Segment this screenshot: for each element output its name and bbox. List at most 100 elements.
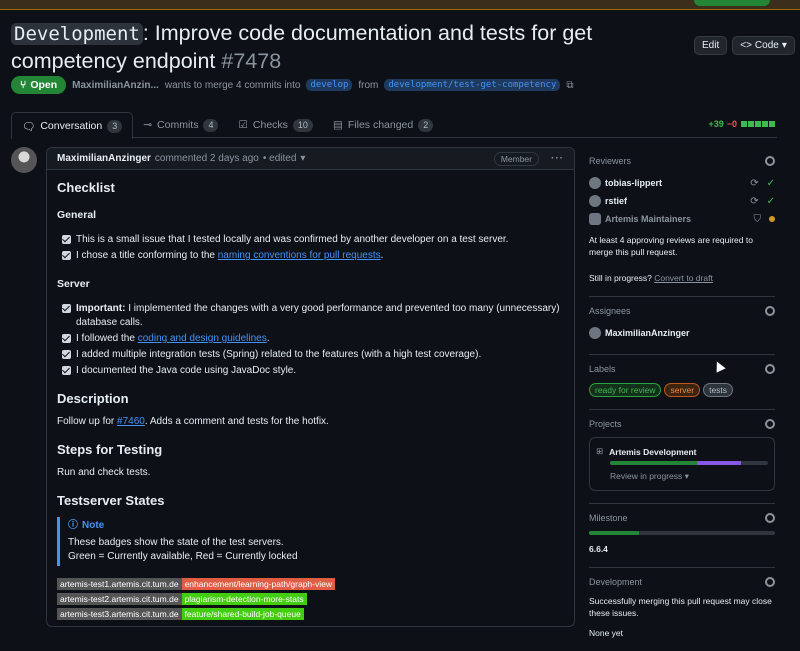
gear-icon[interactable] (765, 364, 775, 374)
assignee-name[interactable]: MaximilianAnzinger (605, 328, 690, 338)
team-avatar[interactable] (589, 213, 601, 225)
section-title: Milestone (589, 513, 628, 523)
pr-meta: ⑂ Open MaximilianAnzin... wants to merge … (11, 75, 574, 95)
labels-section: Labels ready for review server tests (589, 355, 775, 410)
item-text: I chose a title conforming to the (76, 250, 218, 261)
convert-to-draft-link[interactable]: Convert to draft (654, 273, 713, 283)
badge-server: artemis-test3.artemis.cit.tum.de (57, 608, 182, 620)
steps-text: Run and check tests. (57, 467, 151, 478)
server-badge[interactable]: artemis-test3.artemis.cit.tum.de feature/… (57, 608, 564, 620)
diffstat: +39 −0 (708, 119, 775, 129)
checkbox-checked-icon[interactable] (62, 304, 71, 313)
avatar[interactable] (589, 177, 601, 189)
re-request-icon[interactable]: ⟳ (750, 178, 758, 189)
badge-server: artemis-test1.artemis.cit.tum.de (57, 578, 182, 590)
tab-conversation[interactable]: 🗨 Conversation 3 (11, 112, 134, 139)
checkbox-checked-icon[interactable] (62, 235, 71, 244)
edited-dropdown[interactable]: • edited (263, 153, 297, 164)
tab-label: Checks (252, 119, 288, 131)
gear-icon[interactable] (765, 306, 775, 316)
from-text: from (358, 79, 379, 91)
edit-button[interactable]: Edit (694, 36, 728, 55)
project-status-dropdown[interactable]: Review in progress ▾ (610, 471, 768, 482)
section-title: Labels (589, 364, 616, 374)
reviewer-name[interactable]: tobias-lippert (605, 178, 662, 188)
gear-icon[interactable] (765, 156, 775, 166)
tab-files-changed[interactable]: ▤ Files changed 2 (323, 112, 443, 138)
checklist-heading: Checklist (57, 180, 115, 195)
note-line: These badges show the state of the test … (68, 537, 284, 548)
banner-green-button[interactable] (694, 0, 770, 6)
badge-branch: plagiarism-detection-more-stats (181, 593, 307, 605)
title-branch-code: Development (11, 23, 143, 45)
item-strong: Important: (76, 303, 126, 314)
chevron-down-icon[interactable]: ▾ (300, 153, 305, 164)
tab-checks[interactable]: ☑ Checks 10 (228, 112, 322, 138)
label-tests[interactable]: tests (703, 383, 734, 397)
comment-icon: 🗨 (22, 120, 36, 133)
comment-action: commented 2 days ago (154, 153, 259, 164)
review-requirement: At least 4 approving reviews are require… (589, 235, 753, 257)
head-branch[interactable]: development/test-get-competency (384, 79, 561, 91)
description-text: Follow up for #7460. Adds a comment and … (57, 416, 329, 427)
avatar[interactable] (11, 147, 37, 173)
project-card: ⊞ Artemis Development Review in progress … (589, 437, 775, 491)
comment-body: Checklist General This is a small issue … (47, 170, 574, 620)
lines-removed: −0 (726, 119, 737, 129)
list-item: I followed the coding and design guideli… (62, 332, 564, 346)
reviewer-name[interactable]: Artemis Maintainers (605, 214, 691, 224)
merge-text: wants to merge 4 commits into (164, 79, 301, 91)
edit-label: Edit (702, 40, 720, 51)
copy-icon[interactable]: ⧉ (566, 80, 573, 91)
code-button[interactable]: <> Code ▾ (732, 36, 795, 55)
item-text: I added multiple integration tests (Spri… (76, 349, 482, 360)
reviewer-item: tobias-lippert ⟳ ✓ (589, 174, 775, 192)
server-badge[interactable]: artemis-test1.artemis.cit.tum.de enhancem… (57, 578, 564, 590)
page-title: Development: Improve code documentation … (11, 20, 681, 75)
checkbox-checked-icon[interactable] (62, 366, 71, 375)
checkbox-checked-icon[interactable] (62, 350, 71, 359)
gear-icon[interactable] (765, 419, 775, 429)
notice-banner (0, 0, 800, 10)
projects-section: Projects ⊞ Artemis Development Review in … (589, 410, 775, 504)
tab-count: 2 (418, 118, 434, 132)
gear-icon[interactable] (765, 513, 775, 523)
project-table-icon: ⊞ (596, 446, 604, 456)
author-link[interactable]: MaximilianAnzin... (72, 80, 159, 91)
checkbox-checked-icon[interactable] (62, 334, 71, 343)
pr-number: #7478 (221, 49, 282, 73)
state-label: Open (30, 79, 58, 91)
kebab-menu-icon[interactable]: ··· (551, 153, 564, 164)
tab-count: 3 (107, 119, 123, 133)
server-badge[interactable]: artemis-test2.artemis.cit.tum.de plagiari… (57, 593, 564, 605)
milestone-progress (589, 531, 775, 535)
steps-heading: Steps for Testing (57, 442, 163, 457)
pending-dot-icon (769, 216, 775, 222)
comment-author[interactable]: MaximilianAnzinger (57, 153, 151, 164)
check-icon: ✓ (766, 177, 775, 189)
development-none: None yet (589, 628, 624, 638)
coding-guidelines-link[interactable]: coding and design guidelines (138, 333, 267, 344)
note-line: Green = Currently available, Red = Curre… (68, 551, 298, 562)
project-name[interactable]: Artemis Development (609, 447, 696, 457)
re-request-icon[interactable]: ⟳ (750, 196, 758, 207)
label-ready-for-review[interactable]: ready for review (589, 383, 662, 397)
diffstat-squares (740, 119, 775, 129)
issue-link[interactable]: #7460 (117, 416, 145, 427)
gear-icon[interactable] (765, 577, 775, 587)
reviewers-section: Reviewers tobias-lippert ⟳ ✓ rstief ⟳ ✓ Arte… (589, 147, 775, 297)
label-server[interactable]: server (664, 383, 701, 397)
avatar[interactable] (589, 327, 601, 339)
tab-count: 4 (203, 118, 219, 132)
note-callout: ⓘ Note These badges show the state of the… (57, 517, 564, 566)
comment-box: MaximilianAnzinger commented 2 days ago … (46, 147, 575, 627)
milestone-name[interactable]: 6.6.4 (589, 543, 775, 555)
base-branch[interactable]: develop (306, 79, 353, 91)
naming-conventions-link[interactable]: naming conventions for pull requests (218, 250, 381, 261)
section-title: Projects (589, 419, 622, 429)
avatar[interactable] (589, 195, 601, 207)
project-progress (610, 461, 768, 465)
checkbox-checked-icon[interactable] (62, 251, 71, 260)
tab-commits[interactable]: ⊸ Commits 4 (133, 112, 228, 138)
reviewer-name[interactable]: rstief (605, 196, 627, 206)
